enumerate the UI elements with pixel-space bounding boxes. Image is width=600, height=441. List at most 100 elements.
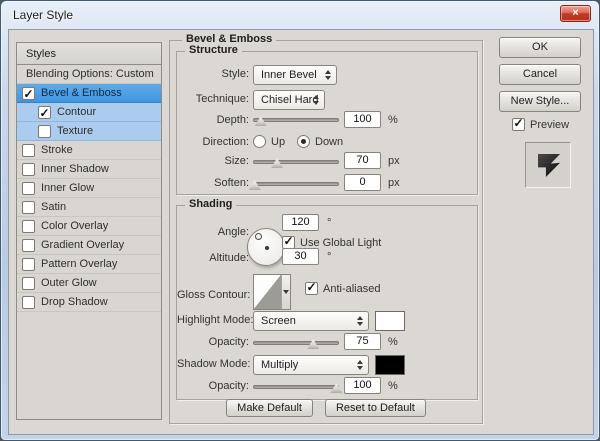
sidebar-item-texture[interactable]: Texture (17, 122, 161, 141)
anti-aliased-label: Anti-aliased (323, 283, 381, 295)
checkbox[interactable] (22, 296, 35, 309)
sidebar-item-color-overlay[interactable]: Color Overlay (17, 217, 161, 236)
gloss-contour-picker[interactable] (253, 274, 291, 310)
slider-track[interactable] (253, 182, 339, 186)
sidebar-item-label: Color Overlay (41, 220, 109, 232)
technique-dropdown[interactable]: Chisel Hard (253, 90, 325, 110)
checkbox[interactable] (38, 125, 51, 138)
slider-track[interactable] (253, 118, 339, 122)
angle-dial[interactable] (247, 228, 285, 266)
layer-style-dialog: Layer Style × Styles Blending Options: C… (0, 0, 600, 441)
updown-arrow-icon (357, 316, 363, 326)
styles-header: Styles (17, 43, 161, 65)
default-buttons-row: Make Default Reset to Default (170, 399, 482, 417)
gloss-contour-preview (254, 275, 281, 309)
direction-down-radio[interactable] (297, 135, 310, 148)
direction-up-label: Up (271, 136, 286, 148)
check-icon: ✓ (283, 234, 294, 248)
style-dropdown[interactable]: Inner Bevel (253, 65, 337, 85)
shadow-mode-dropdown[interactable]: Multiply (253, 355, 369, 375)
cancel-button[interactable]: Cancel (499, 64, 581, 85)
soften-unit: px (388, 177, 400, 189)
angle-value[interactable]: 120 (282, 214, 319, 231)
checkbox[interactable] (22, 201, 35, 214)
dialog-content: Styles Blending Options: Custom ✓ Bevel … (8, 29, 594, 435)
make-default-button[interactable]: Make Default (226, 399, 313, 417)
sidebar-item-blending-options[interactable]: Blending Options: Custom (17, 65, 161, 84)
title-bar[interactable]: Layer Style × (1, 1, 599, 29)
checkbox[interactable] (22, 258, 35, 271)
size-label: Size: (224, 155, 249, 167)
shadow-opacity-slider[interactable] (253, 383, 343, 393)
altitude-unit: ° (327, 251, 332, 263)
slider-track[interactable] (253, 160, 339, 164)
sidebar-item-label: Inner Shadow (41, 163, 109, 175)
sidebar-item-outer-glow[interactable]: Outer Glow (17, 274, 161, 293)
highlight-opacity-value[interactable]: 75 (344, 333, 381, 350)
soften-label: Soften: (214, 177, 249, 189)
sidebar-item-label: Contour (57, 106, 97, 118)
checkbox[interactable]: ✓ (38, 106, 51, 120)
depth-slider[interactable] (253, 116, 339, 126)
ok-button[interactable]: OK (499, 37, 581, 58)
shading-group: Shading Angle: 120 ° ✓ Use Global Light … (176, 198, 478, 400)
check-icon: ✓ (23, 87, 34, 101)
preview-checkbox[interactable]: ✓ (512, 116, 525, 131)
gloss-contour-label: Gloss Contour: (177, 289, 251, 301)
sidebar-item-pattern-overlay[interactable]: Pattern Overlay (17, 255, 161, 274)
sidebar-item-drop-shadow[interactable]: Drop Shadow (17, 293, 161, 312)
shadow-opacity-unit: % (388, 380, 398, 392)
new-style-button[interactable]: New Style... (499, 91, 581, 112)
shadow-mode-label: Shadow Mode: (177, 358, 251, 370)
sidebar-item-label: Drop Shadow (41, 296, 108, 308)
sidebar-item-gradient-overlay[interactable]: Gradient Overlay (17, 236, 161, 255)
highlight-color-swatch[interactable] (375, 311, 405, 331)
sidebar-item-inner-shadow[interactable]: Inner Shadow (17, 160, 161, 179)
slider-track[interactable] (253, 385, 339, 389)
checkbox[interactable]: ✓ (22, 87, 35, 101)
size-value[interactable]: 70 (344, 152, 381, 169)
sidebar-item-bevel-emboss[interactable]: ✓ Bevel & Emboss (17, 84, 161, 103)
checkbox[interactable] (22, 220, 35, 233)
highlight-mode-label: Highlight Mode: (177, 314, 254, 326)
dropdown-arrow-icon[interactable] (281, 275, 290, 309)
style-label: Style: (221, 68, 249, 80)
depth-value[interactable]: 100 (344, 111, 381, 128)
size-slider[interactable] (253, 158, 339, 168)
sidebar-item-satin[interactable]: Satin (17, 198, 161, 217)
anti-aliased-checkbox[interactable]: ✓ (305, 280, 318, 295)
close-button[interactable]: × (560, 5, 591, 22)
sidebar-item-contour[interactable]: ✓ Contour (17, 103, 161, 122)
direction-up-radio[interactable] (253, 135, 266, 148)
sidebar-item-label: Outer Glow (41, 277, 97, 289)
updown-arrow-icon (313, 95, 319, 105)
reset-to-default-button[interactable]: Reset to Default (324, 399, 426, 417)
styles-panel: Styles Blending Options: Custom ✓ Bevel … (16, 42, 162, 420)
check-icon: ✓ (39, 106, 50, 120)
shadow-color-swatch[interactable] (375, 355, 405, 375)
bevel-emboss-panel: Bevel & Emboss Structure Style: Inner Be… (169, 33, 483, 424)
updown-arrow-icon (357, 360, 363, 370)
sidebar-item-stroke[interactable]: Stroke (17, 141, 161, 160)
shading-legend: Shading (185, 198, 237, 210)
sidebar-item-label: Satin (41, 201, 67, 213)
sidebar-item-label: Texture (57, 125, 94, 137)
sidebar-item-label: Blending Options: Custom (26, 68, 154, 80)
checkbox[interactable] (22, 239, 35, 252)
soften-slider[interactable] (248, 180, 339, 190)
checkbox[interactable] (22, 277, 35, 290)
dial-angle-marker[interactable] (255, 233, 262, 240)
highlight-opacity-slider[interactable] (253, 339, 339, 349)
checkbox[interactable] (22, 163, 35, 176)
sidebar-item-inner-glow[interactable]: Inner Glow (17, 179, 161, 198)
sidebar-item-label: Pattern Overlay (41, 258, 118, 270)
shadow-opacity-value[interactable]: 100 (344, 377, 381, 394)
soften-value[interactable]: 0 (344, 174, 381, 191)
slider-track[interactable] (253, 341, 339, 345)
altitude-value[interactable]: 30 (282, 248, 319, 265)
shadow-opacity-label: Opacity: (208, 380, 249, 392)
altitude-label: Altitude: (209, 252, 249, 264)
checkbox[interactable] (22, 144, 35, 157)
checkbox[interactable] (22, 182, 35, 195)
highlight-mode-dropdown[interactable]: Screen (253, 311, 369, 331)
